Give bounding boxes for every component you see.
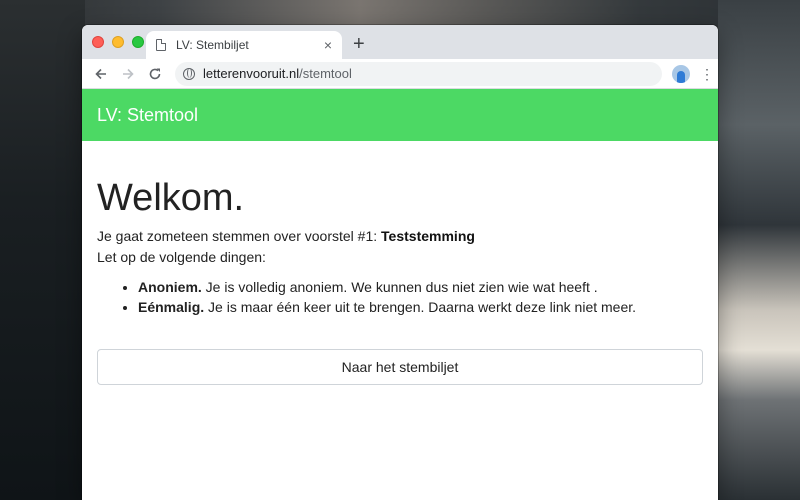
to-ballot-button[interactable]: Naar het stembiljet [97,349,703,385]
notice-text: Let op de volgende dingen: [97,249,266,265]
forward-icon[interactable] [117,63,139,85]
app-header: LV: Stemtool [82,89,718,141]
browser-toolbar: letterenvooruit.nl/stemtool ⋮ [82,59,718,89]
intro-text: Je gaat zometeen stemmen over voorstel #… [97,226,703,247]
url-path: /stemtool [299,66,352,81]
notice-list: Anoniem. Je is volledig anoniem. We kunn… [138,277,703,317]
tab-title: LV: Stembiljet [176,38,249,52]
minimize-window-button[interactable] [112,36,124,48]
menu-icon[interactable]: ⋮ [700,67,714,81]
address-bar[interactable]: letterenvooruit.nl/stemtool [175,61,662,86]
list-item: Anoniem. Je is volledig anoniem. We kunn… [138,277,703,297]
main-content: Welkom. Je gaat zometeen stemmen over vo… [82,141,718,385]
list-item-label: Eénmalig. [138,299,205,315]
close-window-button[interactable] [92,36,104,48]
page-title: Welkom. [97,177,245,219]
browser-window: LV: Stembiljet × + letterenvooruit.nl/st… [82,25,718,500]
intro-prefix: Je gaat zometeen stemmen over voorstel #… [97,228,382,244]
close-icon[interactable]: × [324,38,332,52]
list-item: Eénmalig. Je is maar één keer uit te bre… [138,297,703,317]
back-icon[interactable] [90,63,112,85]
app-title[interactable]: LV: Stemtool [97,105,198,126]
reload-icon[interactable] [144,63,166,85]
profile-icon[interactable] [672,64,690,83]
proposal-name: Teststemming [381,228,475,244]
background-left [0,0,85,500]
url-host: letterenvooruit.nl [203,66,300,81]
maximize-window-button[interactable] [132,36,144,48]
list-item-label: Anoniem. [138,279,202,295]
new-tab-icon[interactable]: + [353,34,365,54]
globe-icon [183,67,195,80]
tab-active[interactable]: LV: Stembiljet × [146,31,342,59]
page-icon [156,39,166,51]
list-item-text: Je is volledig anoniem. We kunnen dus ni… [201,279,598,295]
list-item-text: Je is maar één keer uit te brengen. Daar… [204,299,637,315]
background-right [718,0,800,500]
window-controls [92,36,144,48]
tab-strip: LV: Stembiljet × + [82,25,718,59]
